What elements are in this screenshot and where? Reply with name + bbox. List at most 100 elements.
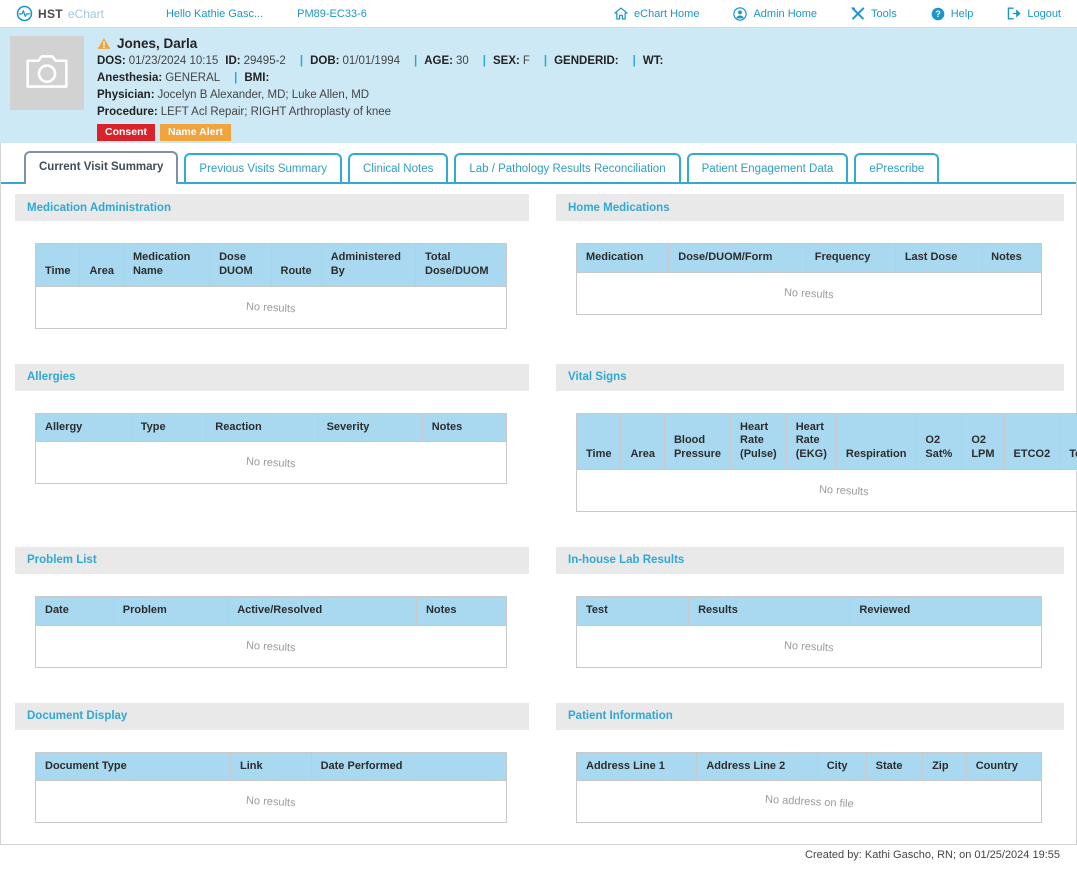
no-results-text: No results bbox=[246, 456, 296, 471]
procedure-line: Procedure:LEFT Acl Repair; RIGHT Arthrop… bbox=[97, 104, 670, 121]
field-value: LEFT Acl Repair; RIGHT Arthroplasty of k… bbox=[161, 106, 391, 118]
table-header-row: Address Line 1Address Line 2CityStateZip… bbox=[577, 752, 1042, 781]
panel-header: Home Medications bbox=[556, 194, 1064, 221]
alert-badge-name-alert[interactable]: Name Alert bbox=[160, 124, 231, 141]
panel-title: Medication Administration bbox=[27, 202, 171, 214]
patient-banner-top: Jones, Darla DOS:01/23/2024 10:15 ID: 2949… bbox=[10, 36, 1067, 141]
patient-name: Jones, Darla bbox=[117, 36, 197, 51]
no-results-text: No address on file bbox=[764, 794, 853, 811]
column-header-time: Time bbox=[36, 244, 80, 287]
nav-admin-home[interactable]: Admin Home bbox=[733, 7, 817, 21]
column-header-test: Test bbox=[577, 596, 689, 625]
column-header-address-line-1: Address Line 1 bbox=[577, 752, 697, 781]
field-label: DOS: bbox=[97, 55, 126, 67]
nav-logout[interactable]: Logout bbox=[1007, 7, 1061, 21]
field-value: 29495-2 bbox=[244, 55, 286, 67]
panel-allergies: AllergiesAllergyTypeReactionSeverityNote… bbox=[15, 364, 529, 503]
column-header-medication: Medication bbox=[577, 244, 669, 273]
logout-icon bbox=[1007, 7, 1021, 21]
session-code-link[interactable]: PM89-EC33-6 bbox=[297, 8, 367, 20]
panel-vital-signs: Vital SignsTimeAreaBlood PressureHeart R… bbox=[556, 364, 1064, 530]
no-results-text: No results bbox=[784, 286, 834, 301]
nav-echart-home[interactable]: eChart Home bbox=[614, 7, 699, 21]
panel-header: In-house Lab Results bbox=[556, 547, 1064, 574]
empty-cell: No results bbox=[36, 781, 507, 823]
no-results-text: No results bbox=[246, 795, 296, 810]
tab-current-visit-summary[interactable]: Current Visit Summary bbox=[24, 151, 178, 184]
footer: Created by: Kathi Gascho, RN; on 01/25/2… bbox=[1, 841, 1076, 871]
column-header-o2-lpm: O2 LPM bbox=[962, 413, 1004, 469]
app-root: HST eChart Hello Kathie Gasc... PM89-EC3… bbox=[0, 0, 1077, 845]
panel-patient-information: Patient InformationAddress Line 1Address… bbox=[556, 703, 1064, 842]
help-icon: ? bbox=[931, 7, 945, 21]
column-header-reaction: Reaction bbox=[206, 413, 317, 442]
main-region: Current Visit SummaryPrevious Visits Sum… bbox=[0, 143, 1077, 845]
table-header-row: TestResultsReviewed bbox=[577, 596, 1042, 625]
brand-hst: HST bbox=[38, 7, 63, 21]
column-header-heart-rate-pulse: Heart Rate (Pulse) bbox=[731, 413, 787, 469]
field-dos: DOS:01/23/2024 10:15 bbox=[97, 55, 218, 67]
column-header-medication-name: Medication Name bbox=[123, 244, 209, 287]
panel-body: TimeAreaMedication NameDose DUOMRouteAdm… bbox=[15, 221, 529, 347]
column-header-blood-pressure: Blood Pressure bbox=[664, 413, 730, 469]
column-header-date-performed: Date Performed bbox=[311, 752, 506, 781]
column-header-date: Date bbox=[36, 596, 114, 625]
column-header-state: State bbox=[866, 752, 922, 781]
empty-cell: No results bbox=[577, 272, 1042, 314]
tab-patient-engagement-data[interactable]: Patient Engagement Data bbox=[687, 153, 849, 182]
topbar: HST eChart Hello Kathie Gasc... PM89-EC3… bbox=[0, 0, 1077, 28]
column-header-dose-duom: Dose DUOM bbox=[210, 244, 271, 287]
tab-bar: Current Visit SummaryPrevious Visits Sum… bbox=[1, 143, 1076, 184]
field-label: ID: bbox=[225, 55, 240, 67]
table-header-row: DateProblemActive/ResolvedNotes bbox=[36, 596, 507, 625]
demographics-line-2: Anesthesia:GENERAL|BMI: bbox=[97, 70, 670, 87]
empty-cell: No results bbox=[577, 625, 1042, 667]
panel-title: Home Medications bbox=[568, 202, 670, 214]
column-header-o2-sat: O2 Sat% bbox=[916, 413, 962, 469]
column-header-dose-duom-form: Dose/DUOM/Form bbox=[669, 244, 806, 273]
column-header-frequency: Frequency bbox=[805, 244, 895, 273]
field-sex: SEX:F bbox=[493, 55, 530, 67]
field-label: BMI: bbox=[244, 72, 269, 84]
panel-header: Allergies bbox=[15, 364, 529, 391]
column-header-document-type: Document Type bbox=[36, 752, 231, 781]
user-greeting-link[interactable]: Hello Kathie Gasc... bbox=[166, 8, 263, 20]
column-header-problem: Problem bbox=[113, 596, 227, 625]
field-value: 01/23/2024 10:15 bbox=[129, 55, 219, 67]
field-separator: | bbox=[483, 55, 486, 67]
column-header-administered-by: Administered By bbox=[321, 244, 415, 287]
field-id: ID: 29495-2 bbox=[225, 55, 286, 67]
panel-title: Vital Signs bbox=[568, 371, 627, 383]
nav-label: Logout bbox=[1027, 8, 1061, 20]
column-header-temp: Temp. bbox=[1060, 413, 1077, 469]
tab-eprescribe[interactable]: ePrescribe bbox=[854, 153, 939, 182]
column-header-respiration: Respiration bbox=[836, 413, 916, 469]
field-label: GENDERID: bbox=[554, 55, 619, 67]
empty-cell: No results bbox=[577, 469, 1077, 511]
no-results-text: No results bbox=[246, 300, 296, 315]
field-procedure: Procedure:LEFT Acl Repair; RIGHT Arthrop… bbox=[97, 106, 391, 118]
field-label: Physician: bbox=[97, 89, 155, 101]
empty-row: No results bbox=[577, 469, 1077, 511]
alert-badge-consent[interactable]: Consent bbox=[97, 124, 155, 141]
tab-lab-pathology-results-reconciliation[interactable]: Lab / Pathology Results Reconciliation bbox=[454, 153, 680, 182]
nav-tools[interactable]: Tools bbox=[851, 7, 897, 21]
panel-title: Problem List bbox=[27, 554, 97, 566]
warning-icon bbox=[97, 37, 111, 50]
empty-cell: No results bbox=[36, 625, 507, 667]
empty-cell: No results bbox=[36, 286, 507, 328]
panel-body: AllergyTypeReactionSeverityNotesNo resul… bbox=[15, 391, 529, 503]
empty-row: No results bbox=[36, 286, 507, 328]
column-header-link: Link bbox=[230, 752, 311, 781]
nav-help[interactable]: ?Help bbox=[931, 7, 974, 21]
admin-icon bbox=[733, 7, 747, 21]
panel-body: MedicationDose/DUOM/FormFrequencyLast Do… bbox=[556, 221, 1064, 333]
tab-previous-visits-summary[interactable]: Previous Visits Summary bbox=[184, 153, 342, 182]
column-header-notes: Notes bbox=[422, 413, 506, 442]
panel-title: Document Display bbox=[27, 710, 127, 722]
field-genderid: GENDERID: bbox=[554, 55, 619, 67]
empty-row: No results bbox=[36, 442, 507, 484]
field-dob: DOB:01/01/1994 bbox=[310, 55, 400, 67]
panel-header: Medication Administration bbox=[15, 194, 529, 221]
tab-clinical-notes[interactable]: Clinical Notes bbox=[348, 153, 448, 182]
